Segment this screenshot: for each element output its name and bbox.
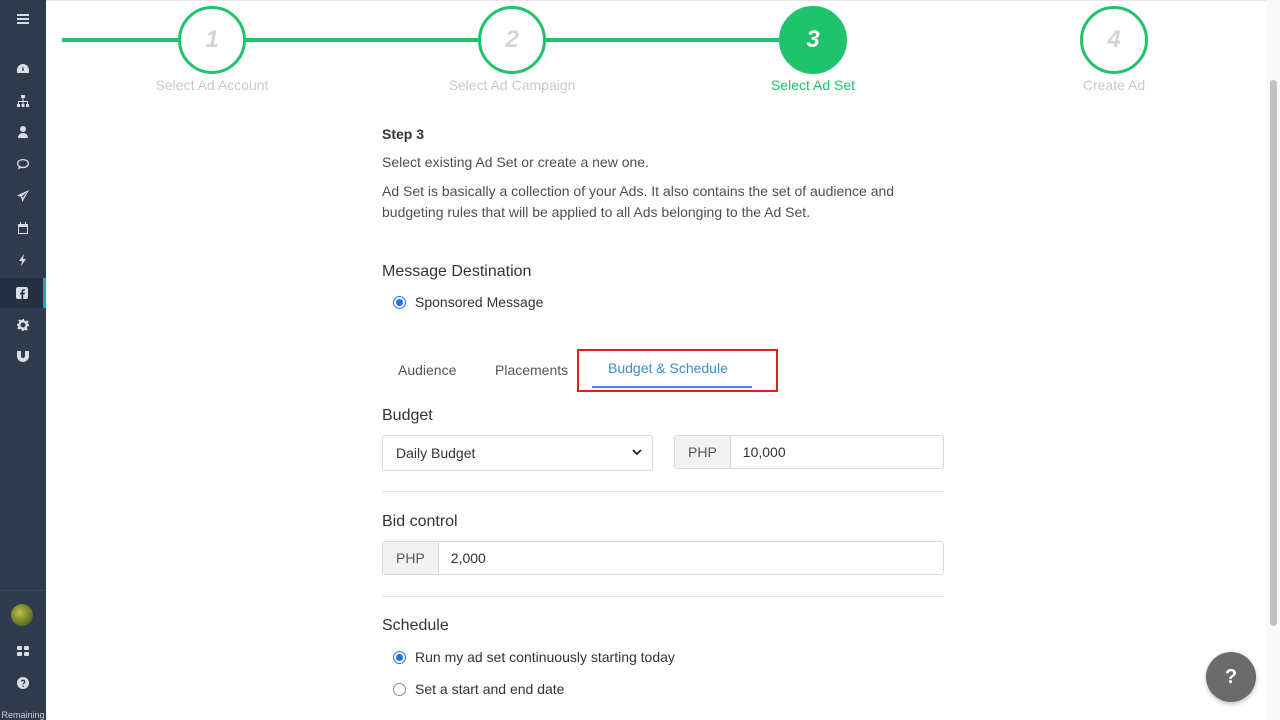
help-button-label: ? bbox=[1224, 665, 1238, 688]
step-label-1: Select Ad Account bbox=[155, 77, 269, 93]
bid-control-title: Bid control bbox=[382, 513, 458, 530]
message-destination-title: Message Destination bbox=[382, 263, 532, 280]
step-label-4: Create Ad bbox=[1082, 77, 1146, 93]
budget-type-select[interactable]: Daily Budget bbox=[382, 435, 653, 471]
help-circle-icon[interactable] bbox=[0, 668, 46, 698]
sponsored-message-radio[interactable] bbox=[393, 295, 406, 309]
facebook-icon[interactable] bbox=[0, 278, 46, 308]
budget-amount-group: PHP 10,000 bbox=[674, 435, 944, 469]
dashboard-icon[interactable] bbox=[0, 54, 46, 84]
schedule-title: Schedule bbox=[382, 617, 449, 634]
sidebar-divider bbox=[0, 590, 46, 591]
ad-set-explanation: Ad Set is basically a collection of your… bbox=[382, 183, 895, 220]
step-circle-4[interactable]: 4 bbox=[1080, 6, 1148, 74]
bolt-icon[interactable] bbox=[0, 245, 46, 275]
chevron-down-icon bbox=[632, 449, 642, 456]
budget-currency-addon: PHP bbox=[675, 436, 731, 468]
step-heading: Step 3 bbox=[382, 126, 425, 142]
budget-title: Budget bbox=[382, 407, 433, 424]
step-circle-2[interactable]: 2 bbox=[478, 6, 546, 74]
sidebar: Remaining bbox=[0, 0, 46, 720]
schedule-continuous-label: Run my ad set continuously starting toda… bbox=[415, 649, 675, 665]
schedule-date-range-option[interactable]: Set a start and end date bbox=[382, 681, 564, 697]
step-description: Select existing Ad Set or create a new o… bbox=[382, 154, 649, 170]
bid-divider bbox=[382, 596, 944, 597]
remaining-label: Remaining bbox=[1, 710, 45, 720]
sitemap-icon[interactable] bbox=[0, 86, 46, 116]
calendar-icon[interactable] bbox=[0, 213, 46, 243]
step-circle-1[interactable]: 1 bbox=[178, 6, 246, 74]
tab-audience[interactable]: Audience bbox=[398, 350, 456, 390]
step-circle-3[interactable]: 3 bbox=[779, 6, 847, 74]
tab-placements[interactable]: Placements bbox=[495, 350, 568, 390]
stepper: 1 Select Ad Account 2 Select Ad Campaign… bbox=[46, 0, 1266, 110]
tab-highlight-box bbox=[577, 349, 778, 392]
step-label-3: Select Ad Set bbox=[770, 77, 856, 93]
scrollbar-thumb[interactable] bbox=[1270, 80, 1277, 626]
schedule-continuous-radio[interactable] bbox=[393, 650, 406, 664]
budget-divider bbox=[382, 491, 944, 492]
schedule-date-range-label: Set a start and end date bbox=[415, 681, 565, 697]
bid-amount-input[interactable]: 2,000 bbox=[439, 542, 943, 574]
schedule-continuous-option[interactable]: Run my ad set continuously starting toda… bbox=[382, 649, 675, 665]
bid-currency-addon: PHP bbox=[383, 542, 439, 574]
menu-icon[interactable] bbox=[0, 4, 46, 34]
stepper-progress-line bbox=[62, 38, 812, 42]
budget-amount-input[interactable]: 10,000 bbox=[731, 436, 943, 468]
send-icon[interactable] bbox=[0, 181, 46, 211]
gear-icon[interactable] bbox=[0, 310, 46, 340]
sponsored-message-option[interactable]: Sponsored Message bbox=[382, 294, 543, 310]
bid-amount-group: PHP 2,000 bbox=[382, 541, 944, 575]
magnet-icon[interactable] bbox=[0, 341, 46, 371]
user-icon[interactable] bbox=[0, 117, 46, 147]
chat-icon[interactable] bbox=[0, 149, 46, 179]
budget-type-value: Daily Budget bbox=[396, 445, 476, 461]
avatar[interactable] bbox=[11, 604, 33, 626]
schedule-date-range-radio[interactable] bbox=[393, 682, 406, 696]
grid-icon[interactable] bbox=[0, 636, 46, 666]
sponsored-message-label: Sponsored Message bbox=[415, 294, 544, 310]
step-label-2: Select Ad Campaign bbox=[448, 77, 576, 93]
help-button[interactable]: ? bbox=[1206, 652, 1256, 702]
step-intro: Step 3 Select existing Ad Set or create … bbox=[382, 120, 944, 223]
